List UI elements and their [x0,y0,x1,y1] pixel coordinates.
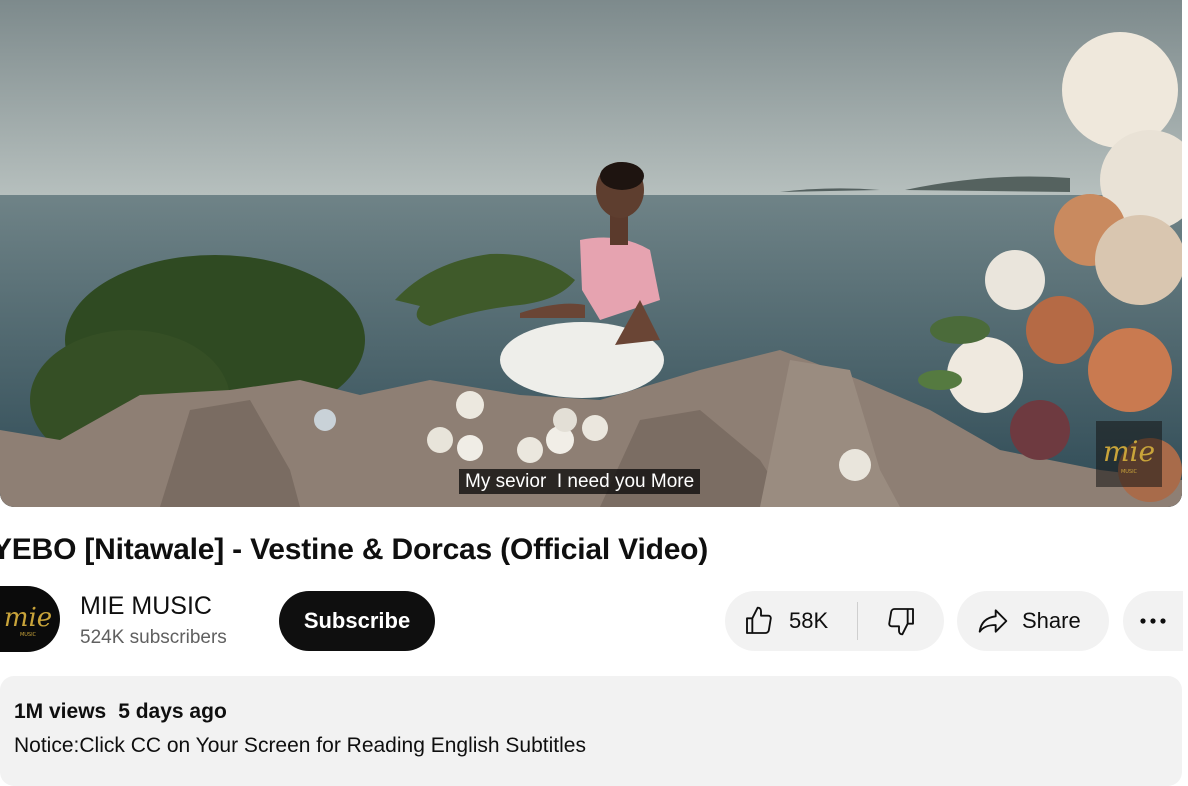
svg-text:mie: mie [1103,435,1155,468]
mie-logo-icon: mie MUSIC [4,603,52,638]
share-button[interactable]: Share [957,591,1109,651]
svg-text:MUSIC: MUSIC [1121,469,1138,475]
svg-text:MUSIC: MUSIC [20,632,37,638]
view-count: 1M views [14,700,107,723]
channel-avatar[interactable]: mie MUSIC [0,586,60,652]
video-title: YEBO [Nitawale] - Vestine & Dorcas (Offi… [0,533,709,566]
like-button[interactable]: 58K [725,591,840,651]
share-label: Share [1022,608,1081,633]
video-frame [0,0,1182,507]
video-meta: 1M views 5 days ago [14,699,227,725]
like-count: 58K [789,608,829,633]
more-dots-icon [1140,618,1166,624]
share-arrow-icon [978,609,1008,633]
more-actions-button[interactable] [1123,591,1183,651]
thumb-down-icon [887,608,914,636]
subscriber-count: 524K subscribers [80,627,227,648]
upload-date: 5 days ago [118,700,227,723]
mie-logo-icon: mie MUSIC [1103,435,1155,475]
description-box[interactable] [0,676,1182,786]
like-dislike-group: 58K [725,591,944,651]
description-text: Notice:Click CC on Your Screen for Readi… [14,734,586,757]
dislike-button[interactable] [858,591,943,651]
subtitle-caption: My sevior I need you More [459,469,701,494]
channel-watermark[interactable]: mie MUSIC [1096,421,1162,487]
subscribe-button[interactable]: Subscribe [279,591,435,651]
thumb-up-icon [746,606,772,634]
channel-name[interactable]: MIE MUSIC [80,590,212,622]
video-player[interactable]: mie MUSIC My sevior I need you More [0,0,1182,507]
svg-text:mie: mie [4,603,52,633]
